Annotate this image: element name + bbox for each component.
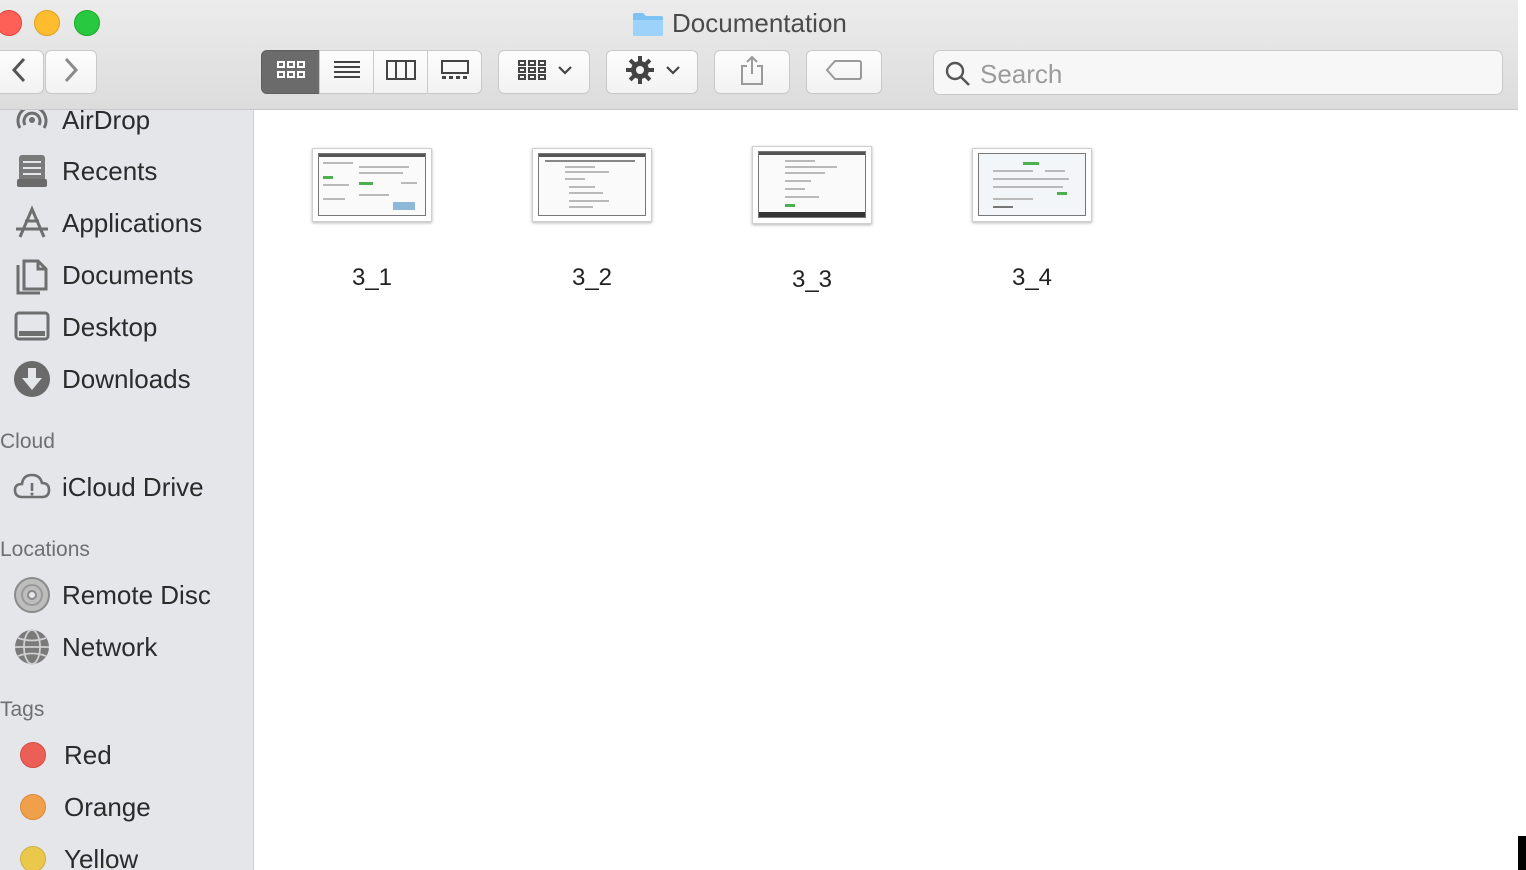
file-thumbnail bbox=[752, 146, 872, 224]
file-item[interactable]: 3_1 bbox=[292, 148, 452, 292]
chevron-left-icon bbox=[11, 57, 27, 88]
forward-button[interactable] bbox=[45, 50, 97, 94]
back-button[interactable] bbox=[0, 50, 44, 94]
sidebar-item-label: Red bbox=[64, 739, 112, 770]
column-view-button[interactable] bbox=[373, 50, 428, 94]
list-view-button[interactable] bbox=[319, 50, 374, 94]
chevron-down-icon bbox=[665, 63, 681, 81]
window-title-text: Documentation bbox=[672, 7, 847, 38]
file-thumbnail bbox=[532, 148, 652, 222]
sidebar-item-label: Desktop bbox=[62, 311, 158, 342]
folder-icon bbox=[632, 11, 664, 36]
sidebar-item-label: AirDrop bbox=[62, 110, 151, 135]
sidebar-item-label: Applications bbox=[62, 207, 203, 238]
sidebar-item-label: Orange bbox=[64, 791, 151, 822]
chevron-right-icon bbox=[63, 57, 79, 88]
file-thumbnail bbox=[972, 148, 1092, 222]
window-title: Documentation bbox=[632, 8, 847, 38]
tag-icon bbox=[825, 59, 863, 86]
file-item[interactable]: 3_3 bbox=[732, 146, 892, 294]
gallery-icon bbox=[439, 59, 471, 86]
finder-window: Documentation Search AirDrop Recents App… bbox=[0, 0, 1518, 870]
list-icon bbox=[332, 59, 362, 86]
file-name: 3_1 bbox=[351, 264, 393, 291]
sidebar-item-tag-red[interactable]: Red bbox=[12, 735, 112, 775]
globe-icon bbox=[12, 627, 52, 667]
search-field[interactable]: Search bbox=[933, 50, 1503, 95]
chevron-down-icon bbox=[557, 63, 573, 81]
zoom-window-button[interactable] bbox=[74, 10, 100, 36]
sidebar-item-label: Recents bbox=[62, 155, 158, 186]
share-icon bbox=[738, 54, 766, 91]
sidebar-item-downloads[interactable]: Downloads bbox=[12, 359, 191, 399]
sidebar-item-network[interactable]: Network bbox=[12, 627, 157, 667]
sidebar-item-desktop[interactable]: Desktop bbox=[12, 307, 157, 347]
file-item[interactable]: 3_4 bbox=[952, 148, 1112, 292]
sidebar-section-tags: Tags bbox=[0, 698, 45, 721]
group-by-button[interactable] bbox=[498, 50, 590, 94]
search-icon bbox=[944, 60, 972, 93]
minimize-window-button[interactable] bbox=[34, 10, 60, 36]
airdrop-icon bbox=[12, 110, 52, 140]
sidebar-item-remote-disc[interactable]: Remote Disc bbox=[12, 575, 211, 615]
sidebar-item-recents[interactable]: Recents bbox=[12, 151, 157, 191]
sidebar-section-locations: Locations bbox=[0, 538, 90, 561]
group-grid-icon bbox=[517, 59, 547, 86]
sidebar-item-tag-yellow[interactable]: Yellow bbox=[12, 839, 138, 870]
sidebar-item-documents[interactable]: Documents bbox=[12, 255, 194, 295]
sidebar-item-label: Downloads bbox=[62, 363, 191, 394]
file-name: 3_2 bbox=[571, 264, 613, 291]
columns-icon bbox=[385, 59, 417, 86]
file-browser-content: 3_1 3_2 3_3 3_4 bbox=[254, 110, 1518, 870]
sidebar-item-label: iCloud Drive bbox=[62, 471, 204, 502]
sidebar-item-label: Network bbox=[62, 631, 158, 662]
icon-grid-icon bbox=[276, 59, 306, 86]
sidebar-item-airdrop[interactable]: AirDrop bbox=[12, 110, 150, 140]
file-item[interactable]: 3_2 bbox=[512, 148, 672, 292]
close-window-button[interactable] bbox=[0, 10, 22, 36]
downloads-icon bbox=[12, 359, 52, 399]
sidebar: AirDrop Recents Applications Documents D… bbox=[0, 110, 254, 870]
yellow-tag-dot-icon bbox=[20, 846, 46, 870]
sidebar-section-icloud: Cloud bbox=[0, 430, 55, 453]
action-menu-button[interactable] bbox=[606, 50, 698, 94]
red-tag-dot-icon bbox=[20, 742, 46, 768]
file-name: 3_4 bbox=[1011, 264, 1053, 291]
sidebar-item-label: Documents bbox=[62, 259, 194, 290]
sidebar-item-tag-orange[interactable]: Orange bbox=[12, 787, 151, 827]
file-thumbnail bbox=[312, 148, 432, 222]
documents-icon bbox=[12, 255, 52, 295]
icon-view-button[interactable] bbox=[261, 50, 320, 94]
search-placeholder: Search bbox=[980, 59, 1063, 89]
tags-button[interactable] bbox=[806, 50, 882, 94]
sidebar-item-label: Yellow bbox=[64, 843, 139, 870]
window-edge bbox=[1518, 0, 1526, 870]
cloud-icon bbox=[12, 467, 52, 507]
desktop-icon bbox=[12, 307, 52, 347]
orange-tag-dot-icon bbox=[20, 794, 46, 820]
file-name: 3_3 bbox=[791, 266, 833, 293]
applications-icon bbox=[12, 203, 52, 243]
recents-icon bbox=[12, 151, 52, 191]
sidebar-item-label: Remote Disc bbox=[62, 579, 211, 610]
share-button[interactable] bbox=[714, 50, 790, 94]
sidebar-item-icloud-drive[interactable]: iCloud Drive bbox=[12, 467, 204, 507]
toolbar: Documentation Search bbox=[0, 0, 1518, 110]
sidebar-item-applications[interactable]: Applications bbox=[12, 203, 202, 243]
disc-icon bbox=[12, 575, 52, 615]
gallery-view-button[interactable] bbox=[427, 50, 482, 94]
gear-icon bbox=[625, 55, 655, 90]
